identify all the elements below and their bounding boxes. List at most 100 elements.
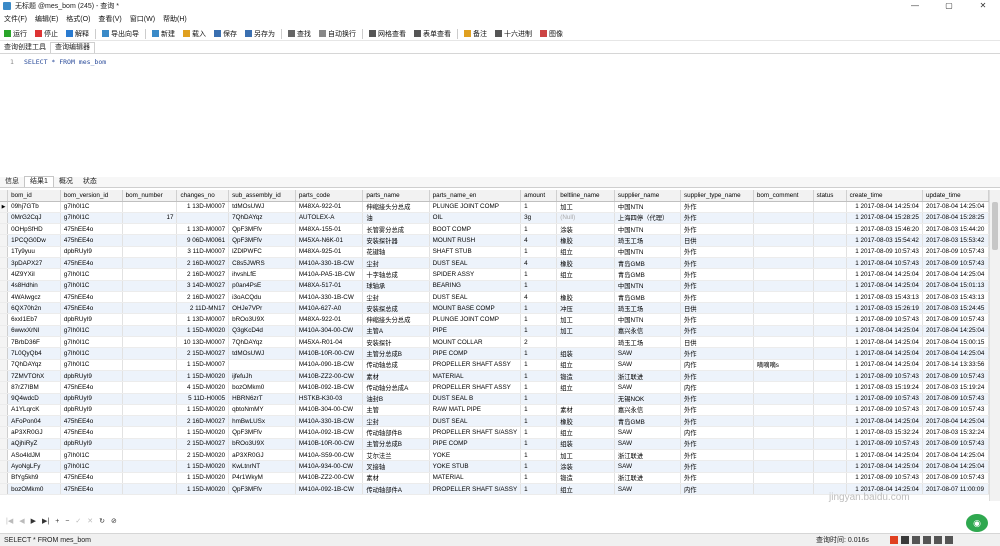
table-row[interactable]: 4lZ9YXiI g7Ih0I1C 2 16D-M0027 ihvshLfE M410A… <box>0 268 989 281</box>
cell-amount[interactable]: 1 <box>520 302 558 315</box>
cell-beltline-name[interactable]: 橡胶 <box>556 234 615 247</box>
cell-sub-assembly-id[interactable]: QpF3MFfv <box>228 426 296 439</box>
cell-create-time[interactable]: 1 2017-08-09 10:57:43 <box>846 246 923 258</box>
cell-bom-id[interactable]: 3pDAPX27 <box>7 257 61 270</box>
cell-update-time[interactable]: 2017-08-04 14:25:04 <box>922 268 989 281</box>
tab-result-1[interactable]: 结果1 <box>24 176 54 187</box>
cell-parts-name-en[interactable]: OIL <box>429 212 522 225</box>
apply-button[interactable]: ✓ <box>75 517 81 525</box>
cell-bom-version-id[interactable]: 475hEE4o <box>60 415 123 428</box>
table-row[interactable]: 87rZ7IBM 475hEE4o 4 15D-M0020 bozOMkm0 M410B… <box>0 381 989 394</box>
cell-amount[interactable]: 1 <box>520 460 558 473</box>
cell-bom-id[interactable]: 09hj7GTb <box>7 201 61 213</box>
cell-create-time[interactable]: 1 2017-08-04 14:25:04 <box>846 347 923 360</box>
cell-parts-name-en[interactable]: SPIDER ASSY <box>429 268 522 281</box>
cell-bom-id[interactable]: BfYg5kh9 <box>7 472 61 484</box>
cell-bom-number[interactable] <box>122 201 178 213</box>
cell-supplier-type-name[interactable]: 外作 <box>680 268 754 281</box>
cell-update-time[interactable]: 2017-08-03 15:24:45 <box>922 302 989 315</box>
cell-bom-version-id[interactable]: dpbRUyI9 <box>60 404 123 417</box>
table-row[interactable]: 6xxI1Eb7 dpbRUyI9 1 13D-M0007 bROo3U9X M48XA… <box>0 313 989 326</box>
row-selector[interactable] <box>0 347 9 360</box>
cell-sub-assembly-id[interactable] <box>228 359 296 371</box>
cell-beltline-name[interactable]: 组立 <box>556 268 615 281</box>
cell-supplier-name[interactable]: 青岛GMB <box>614 291 681 304</box>
cell-supplier-type-name[interactable]: 外作 <box>680 472 754 484</box>
column-header-update-time[interactable]: update_time <box>922 190 989 202</box>
cell-supplier-name[interactable]: 浙江联进 <box>614 370 681 383</box>
cell-parts-code[interactable]: M410A-090-1B-CW <box>295 359 364 371</box>
cell-supplier-type-name[interactable]: 内作 <box>680 359 754 371</box>
column-header-beltline-name[interactable]: beltline_name <box>556 190 615 202</box>
cell-parts-code[interactable]: M410B-092-1B-CW <box>295 381 364 394</box>
cell-changes-no[interactable]: 1 13D-M0007 <box>176 223 230 236</box>
cell-status[interactable] <box>813 381 847 394</box>
cell-supplier-name[interactable]: 琦玉工场 <box>614 234 681 247</box>
prev-record-button[interactable]: ◀ <box>19 517 24 525</box>
cell-amount[interactable]: 1 <box>520 449 558 462</box>
cell-beltline-name[interactable]: 涂装 <box>556 460 615 473</box>
cell-bom-comment[interactable] <box>753 302 814 315</box>
row-selector[interactable] <box>0 302 9 315</box>
cell-update-time[interactable]: 2017-08-09 10:57:43 <box>922 246 989 258</box>
cell-changes-no[interactable]: 1 15D-M0020 <box>176 325 230 338</box>
column-header-bom-version-id[interactable]: bom_version_id <box>60 190 123 202</box>
cell-bom-comment[interactable] <box>753 201 814 213</box>
cell-amount[interactable]: 1 <box>520 268 558 281</box>
cell-bom-comment[interactable] <box>753 415 814 428</box>
cell-bom-id[interactable]: 1Ty9yuu <box>7 246 61 258</box>
cell-bom-number[interactable] <box>122 325 178 338</box>
cell-create-time[interactable]: 1 2017-08-04 10:57:43 <box>846 257 923 270</box>
close-button[interactable]: ✕ <box>966 0 1000 12</box>
cell-bom-comment[interactable] <box>753 313 814 326</box>
cell-create-time[interactable]: 1 2017-08-03 15:54:42 <box>846 234 923 247</box>
cell-parts-name[interactable]: 传动轴部件A <box>362 483 430 496</box>
table-row[interactable]: ASo4IdJM g7Ih0I1C 2 15D-M0020 aP3XR0GJ M410A… <box>0 449 989 462</box>
row-selector[interactable] <box>0 246 9 258</box>
cell-parts-name[interactable]: 艾尔法兰 <box>362 449 430 462</box>
cell-bom-comment[interactable] <box>753 370 814 383</box>
cell-parts-name-en[interactable]: DUST SEAL B <box>429 393 522 405</box>
cell-parts-name[interactable]: 叉接轴 <box>362 460 430 473</box>
menu-format[interactable]: 格式(O) <box>62 14 94 24</box>
scroll-thumb[interactable] <box>992 202 998 250</box>
cell-parts-name[interactable]: 素材 <box>362 370 430 383</box>
cell-bom-comment[interactable] <box>753 393 814 405</box>
row-selector[interactable] <box>0 415 9 428</box>
cell-bom-comment[interactable] <box>753 257 814 270</box>
next-record-button[interactable]: ▶ <box>31 517 36 525</box>
column-header-changes-no[interactable]: changes_no <box>176 190 230 202</box>
toolbar-button-wrap[interactable]: 自动换行 <box>315 28 360 40</box>
table-row[interactable]: 9Q4wdcD dpbRUyI9 5 11D-H0005 HBRN6zrT HSTKB-… <box>0 393 989 405</box>
cell-changes-no[interactable]: 2 15D-M0027 <box>176 347 230 360</box>
cell-bom-version-id[interactable]: g7Ih0I1C <box>60 359 123 371</box>
column-header-supplier-name[interactable]: supplier_name <box>614 190 681 202</box>
cell-beltline-name[interactable]: 加工 <box>556 449 615 462</box>
column-header-bom-id[interactable]: bom_id <box>7 190 61 202</box>
toolbar-button-new[interactable]: 新建 <box>148 28 179 40</box>
user-icon[interactable] <box>934 536 942 544</box>
row-selector[interactable] <box>0 268 9 281</box>
cell-sub-assembly-id[interactable]: QpF3MFfv <box>228 234 296 247</box>
cell-parts-name-en[interactable]: MATERIAL <box>429 370 522 383</box>
toolbar-button-save[interactable]: 保存 <box>210 28 241 40</box>
cell-bom-comment[interactable] <box>753 438 814 451</box>
result-grid[interactable]: bom_id bom_version_id bom_number changes_no… <box>0 190 989 501</box>
cell-parts-name-en[interactable]: DUST SEAL <box>429 257 522 270</box>
cell-parts-name-en[interactable]: RAW MATL PIPE <box>429 404 522 417</box>
cell-parts-name[interactable]: 油 <box>362 212 430 225</box>
cell-amount[interactable]: 1 <box>520 313 558 326</box>
cell-sub-assembly-id[interactable]: C8s5JWRS <box>228 257 296 270</box>
refresh-button[interactable]: ↻ <box>99 517 105 525</box>
cell-update-time[interactable]: 2017-08-03 15:43:13 <box>922 291 989 304</box>
tab-info[interactable]: 信息 <box>0 177 24 187</box>
cell-parts-code[interactable]: M410B-ZZ2-00-CW <box>295 370 364 383</box>
cell-supplier-type-name[interactable]: 外作 <box>680 449 754 462</box>
cell-beltline-name[interactable] <box>556 280 615 292</box>
cell-changes-no[interactable]: 1 15D-M0020 <box>176 426 230 439</box>
cell-amount[interactable]: 1 <box>520 381 558 394</box>
cell-create-time[interactable]: 1 2017-08-03 15:19:24 <box>846 381 923 394</box>
cell-supplier-name[interactable]: 中国NTN <box>614 313 681 326</box>
row-selector[interactable] <box>0 438 9 451</box>
column-header-parts-name[interactable]: parts_name <box>362 190 430 202</box>
